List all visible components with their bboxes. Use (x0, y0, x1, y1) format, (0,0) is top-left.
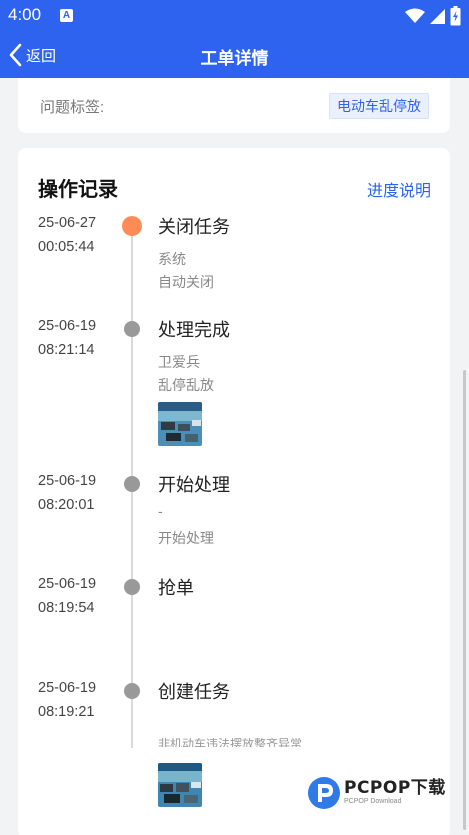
operation-log-card: 操作记录 进度说明 25-06-27 00:05:44 关闭任务 系统 自动关闭… (18, 148, 450, 835)
timeline-dot (124, 476, 140, 492)
issue-label: 问题标签: (40, 99, 105, 116)
status-time: 4:00 (8, 5, 42, 24)
entry-action: 创建任务 (158, 682, 230, 702)
timeline-dot (124, 683, 140, 699)
page-title: 工单详情 (200, 49, 269, 68)
entry-date: 25-06-19 (38, 680, 97, 696)
entry-date: 25-06-19 (38, 576, 97, 592)
progress-explanation-link[interactable]: 进度说明 (367, 177, 431, 201)
timeline-dot (124, 579, 140, 595)
status-icons (405, 6, 461, 26)
entry-time: 08:19:54 (38, 600, 95, 616)
nav-bar: 返回 工单详情 (0, 32, 469, 78)
photo-thumbnail[interactable] (158, 763, 202, 807)
watermark-text: PCPOP下载 (344, 778, 446, 798)
entry-date: 25-06-27 (38, 215, 97, 231)
notification-icon: A (60, 9, 73, 22)
entry-time: 08:19:21 (38, 704, 95, 720)
photo-thumbnail[interactable] (158, 402, 202, 446)
entry-user: 卫爱兵 (158, 354, 200, 370)
cell-signal-icon (430, 8, 445, 24)
entry-time: 00:05:44 (38, 239, 95, 255)
entry-note: 非机动车违法摆放整齐异常 (158, 738, 303, 747)
battery-charging-icon (450, 6, 461, 26)
entry-note: 开始处理 (158, 530, 214, 546)
status-bar: 4:00 A (0, 0, 469, 32)
timeline-dot (124, 321, 140, 337)
entry-date: 25-06-19 (38, 318, 97, 334)
entry-user: 系统 (158, 251, 186, 267)
log-title: 操作记录 (38, 179, 118, 201)
entry-action: 关闭任务 (158, 217, 230, 237)
wifi-icon (405, 8, 425, 23)
watermark: PCPOP下载 PCPOP Download (307, 776, 446, 810)
entry-action: 开始处理 (158, 475, 230, 495)
entry-time: 08:20:01 (38, 497, 95, 513)
entry-user: - (158, 503, 163, 519)
entry-action: 处理完成 (158, 320, 230, 340)
entry-date: 25-06-19 (38, 473, 97, 489)
watermark-subtext: PCPOP Download (344, 798, 402, 805)
entry-time: 08:21:14 (38, 342, 95, 358)
issue-card: 问题标签: 电动车乱停放 (18, 78, 450, 133)
issue-tag: 电动车乱停放 (329, 93, 429, 119)
pcpop-logo (308, 777, 340, 809)
timeline-dot-active (122, 216, 142, 236)
entry-action: 抢单 (158, 578, 194, 598)
entry-note: 自动关闭 (158, 274, 214, 290)
scrollbar[interactable] (463, 370, 466, 830)
entry-note: 乱停乱放 (158, 377, 214, 393)
